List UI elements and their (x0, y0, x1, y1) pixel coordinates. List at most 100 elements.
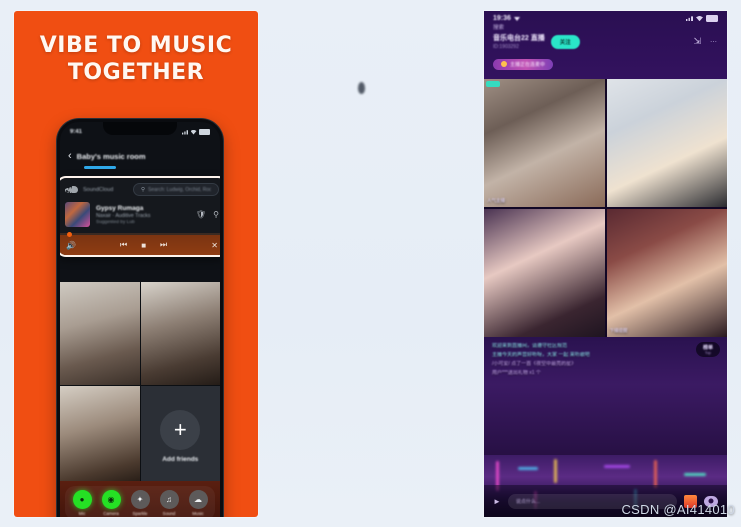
more-dots-icon[interactable]: ⋯ (710, 38, 718, 46)
neon-light (518, 467, 538, 470)
wifi-icon (190, 129, 197, 135)
player-header: SoundCloud ⚲ Search: Ludwig, Orchid, Roc… (60, 178, 220, 199)
add-friends-tile[interactable]: + Add friends (140, 385, 220, 488)
participant-video-grid: + Add friends (60, 282, 220, 488)
signal-icon (182, 130, 188, 135)
music-cloud-icon[interactable]: ☁ (188, 490, 208, 509)
headline-line-2: TOGETHER (67, 59, 205, 85)
expand-icon[interactable]: ⇲ (693, 36, 701, 47)
track-meta: Gypsy Rumaga Naxair · Auditive Tracks Su… (96, 205, 190, 225)
phone-status-bar: 9:41 (60, 125, 220, 139)
skip-previous-icon[interactable]: ⏮ (120, 240, 127, 250)
search-icon: ⚲ (141, 186, 146, 193)
search-placeholder: Search: Ludwig, Orchid, Rock... (148, 186, 211, 193)
tile-badge: 人气主播 (487, 198, 505, 203)
live-tile[interactable] (484, 209, 605, 337)
control-label: Camera (103, 511, 119, 516)
status-time: 9:41 (70, 129, 83, 135)
signal-icon (686, 16, 693, 22)
control-sparkle[interactable]: ✦ Sparkle (129, 490, 151, 516)
sparkle-icon[interactable]: ✦ (130, 490, 150, 509)
sound-icon[interactable]: ♫ (159, 490, 179, 509)
status-badge[interactable]: 主播正在连麦中 (493, 58, 554, 70)
track-suggested-by: Suggested by Lub (96, 219, 135, 225)
volume-icon[interactable]: 🔊 (66, 241, 76, 250)
stop-icon[interactable]: ■ (141, 241, 146, 250)
phone-nav-bar: ‹ Baby's music room (60, 144, 220, 168)
progress-knob[interactable] (67, 231, 72, 237)
search-icon[interactable]: ⚲ (213, 210, 219, 219)
status-time: 19:36 (493, 15, 520, 22)
rank-badge[interactable]: 榜单 Top (695, 342, 720, 357)
battery-icon (706, 15, 718, 22)
send-icon[interactable]: ► (493, 497, 501, 506)
wifi-icon (696, 15, 703, 22)
live-tile[interactable] (606, 79, 727, 207)
chat-message: /小可爱/ 点了一首《夜空中最亮的星》 (492, 360, 577, 367)
status-icons (686, 15, 718, 22)
live-dot-icon (501, 61, 507, 67)
live-video-grid: 人气主播 下播提醒 (484, 79, 727, 337)
rank-badge-sub: Top (704, 351, 712, 355)
follow-button[interactable]: 关注 (550, 34, 580, 49)
control-label: Sparkle (132, 511, 148, 516)
neon-light (554, 459, 557, 483)
control-music[interactable]: ☁ Music (187, 490, 209, 516)
phone-mockup: 9:41 ‹ Baby's music room SoundCloud ⚲ Se… (57, 119, 223, 517)
neon-light (654, 460, 657, 488)
neon-light (684, 473, 706, 476)
page-title: VIBE TO MUSIC TOGETHER (14, 33, 258, 87)
live-chat-feed[interactable]: 欢迎来到直播间，请遵守社区规范 主播今天的声音好听呀，大家 一起 来听歌吧 /小… (484, 337, 727, 455)
chat-input-placeholder: 说点什么... (515, 498, 541, 505)
search-label[interactable]: 搜索 (484, 22, 727, 31)
control-camera[interactable]: ◉ Camera (100, 490, 122, 516)
live-tile[interactable]: 人气主播 (484, 79, 605, 207)
live-status-bar: 19:36 (484, 11, 727, 22)
live-header: 19:36 搜索 音乐电台22 直播 ID:1903292 关注 ⇲ ⋯ 主播正… (484, 11, 727, 79)
live-tag-row: 主播正在连麦中 (484, 50, 727, 72)
status-time-text: 19:36 (493, 15, 511, 22)
live-tile[interactable]: 下播提醒 (606, 209, 727, 337)
track-actions: 🛡 ⚲ (196, 210, 219, 219)
shield-heart-icon[interactable]: 🛡 (196, 210, 206, 219)
right-live-panel: 19:36 搜索 音乐电台22 直播 ID:1903292 关注 ⇲ ⋯ 主播正… (484, 11, 727, 517)
camera-icon[interactable]: ◉ (101, 490, 121, 509)
music-player-card[interactable]: SoundCloud ⚲ Search: Ludwig, Orchid, Roc… (60, 176, 220, 257)
room-id: ID:1903292 (493, 44, 519, 50)
track-title: Gypsy Rumaga (96, 204, 144, 212)
control-sound[interactable]: ♫ Sound (158, 490, 180, 516)
search-input[interactable]: ⚲ Search: Ludwig, Orchid, Rock... (133, 183, 219, 196)
room-name: 音乐电台22 直播 (493, 35, 545, 42)
location-icon (513, 16, 520, 21)
back-icon[interactable]: ‹ (68, 150, 72, 162)
controls-card: ● Mic ◉ Camera ✦ Sparkle ♫ Sound ☁ Music (65, 486, 215, 517)
control-label: Sound (162, 511, 176, 516)
chat-message: 用户***送出礼物 x1 个 (492, 370, 541, 377)
tile-mic-indicator-icon (486, 81, 500, 87)
mouse-pointer-icon (358, 82, 365, 94)
control-mic[interactable]: ● Mic (71, 490, 93, 516)
album-art (65, 202, 90, 227)
room-title: Baby's music room (76, 151, 146, 161)
participant-tile[interactable] (140, 282, 220, 385)
plus-icon[interactable]: + (160, 410, 201, 451)
participant-tile[interactable] (60, 282, 140, 385)
watermark: CSDN @AI414010 (621, 502, 735, 517)
transport-controls: ⏮ ■ ⏭ (120, 240, 167, 250)
playback-progress[interactable] (60, 231, 220, 237)
active-tab-underline (84, 166, 116, 169)
skip-next-icon[interactable]: ⏭ (160, 240, 167, 250)
add-friends-label: Add friends (162, 456, 199, 464)
chat-message: 主播今天的声音好听呀，大家 一起 来听歌吧 (492, 351, 590, 358)
status-icons (182, 128, 210, 136)
close-icon[interactable]: ✕ (211, 241, 218, 250)
source-label: SoundCloud (83, 186, 114, 193)
control-label: Mic (78, 511, 86, 516)
now-playing-row: Gypsy Rumaga Naxair · Auditive Tracks Su… (60, 199, 220, 233)
mic-icon[interactable]: ● (72, 490, 92, 509)
participant-tile[interactable] (60, 385, 140, 488)
header-actions: ⇲ ⋯ (693, 36, 718, 47)
control-label: Music (192, 511, 204, 516)
live-room-row: 音乐电台22 直播 ID:1903292 关注 ⇲ ⋯ (484, 31, 727, 50)
phone-bottom-controls: ● Mic ◉ Camera ✦ Sparkle ♫ Sound ☁ Music (60, 481, 220, 517)
